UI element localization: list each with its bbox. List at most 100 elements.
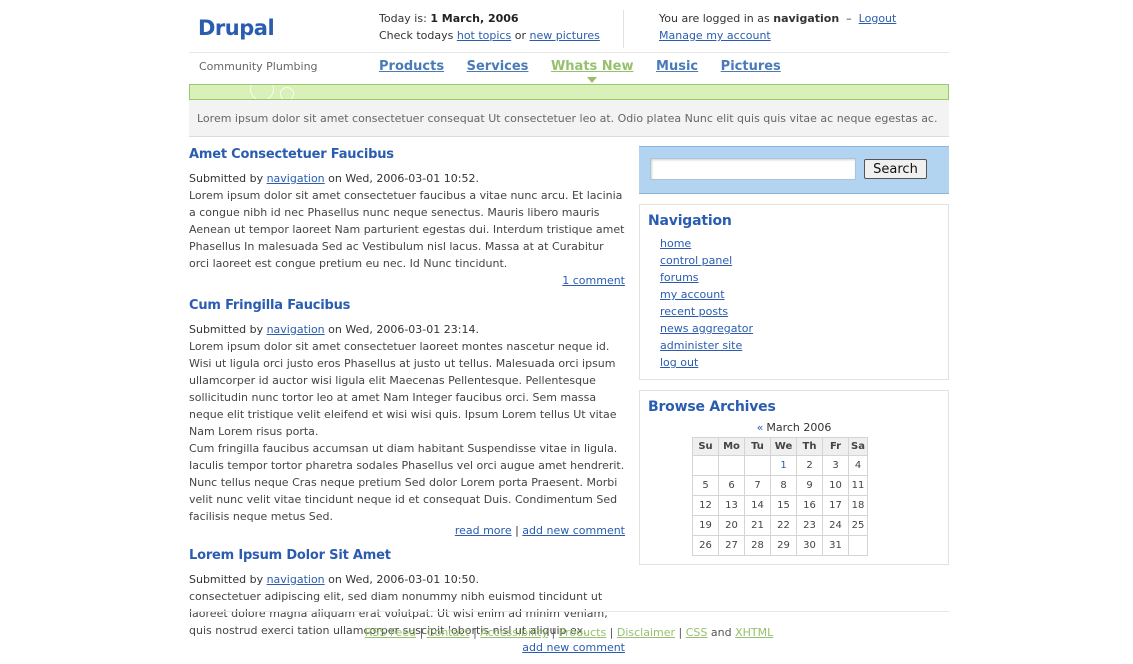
calendar-prev-link[interactable]: « — [757, 421, 764, 434]
post-body: Lorem ipsum dolor sit amet consectetuer … — [189, 340, 617, 438]
hot-topics-link[interactable]: hot topics — [457, 29, 511, 42]
today-label: Today is: — [379, 12, 427, 25]
footer-link-products[interactable]: Products — [559, 626, 607, 639]
calendar-day-cell: 22 — [770, 515, 797, 536]
weekday-label: Fr — [822, 437, 849, 456]
post-title[interactable]: Amet Consectetuer Faucibus — [189, 146, 625, 164]
post-author-link[interactable]: navigation — [267, 172, 325, 185]
footer-link-accessibility[interactable]: Accessibility — [480, 626, 548, 639]
calendar-day-cell: 5 — [692, 475, 719, 496]
post: Cum Fringilla Faucibus Submitted by navi… — [189, 297, 625, 537]
calendar-day-cell: 4 — [848, 455, 868, 476]
post-title[interactable]: Lorem Ipsum Dolor Sit Amet — [189, 547, 625, 565]
calendar-day-cell: 21 — [744, 515, 771, 536]
header-green-bar — [189, 84, 949, 100]
calendar-day-cell: 2 — [796, 455, 823, 476]
site-slogan: Community Plumbing — [199, 60, 318, 73]
add-new-comment-link[interactable]: add new comment — [522, 524, 625, 537]
or-text: or — [514, 29, 526, 42]
calendar-days: 1 2 3 4 5 6 7 8 9 10 11 12 13 14 15 16 17 18 19 20 21 22 23 24 2… — [692, 455, 868, 556]
post-meta: Submitted by navigation on Wed, 2006-03-… — [189, 321, 625, 338]
menu-item-recent-posts: recent posts — [660, 303, 940, 320]
nav-services[interactable]: Services — [467, 59, 529, 74]
post-title[interactable]: Cum Fringilla Faucibus — [189, 297, 625, 315]
calendar-day-cell: 31 — [822, 535, 849, 556]
add-new-comment-link[interactable]: add new comment — [522, 641, 625, 654]
post-title-link[interactable]: Amet Consectetuer Faucibus — [189, 147, 394, 162]
search-input[interactable] — [650, 158, 856, 180]
new-pictures-link[interactable]: new pictures — [529, 29, 599, 42]
menu-item-control-panel: control panel — [660, 252, 940, 269]
calendar-day-cell: 23 — [796, 515, 823, 536]
nav-products[interactable]: Products — [379, 59, 444, 74]
calendar-day-cell: 28 — [744, 535, 771, 556]
menu-link-home[interactable]: home — [660, 237, 691, 250]
menu-item-administer-site: administer site — [660, 337, 940, 354]
archives-block: Browse Archives «March 2006 Su Mo Tu We … — [639, 390, 949, 565]
calendar-day-cell: 25 — [848, 515, 868, 536]
date-info: Today is: 1 March, 2006 Check todays hot… — [379, 10, 600, 44]
main-content: Amet Consectetuer Faucibus Submitted by … — [189, 146, 625, 664]
calendar-day-cell: 27 — [718, 535, 745, 556]
footer-link-xhtml[interactable]: XHTML — [735, 626, 773, 639]
calendar-day-cell: 3 — [822, 455, 849, 476]
search-button[interactable]: Search — [864, 159, 927, 179]
menu-item-news-aggregator: news aggregator — [660, 320, 940, 337]
manage-account-link[interactable]: Manage my account — [659, 29, 771, 42]
calendar-empty-cell — [718, 455, 745, 476]
submitted-by-text: Submitted by — [189, 172, 264, 185]
post-title-link[interactable]: Cum Fringilla Faucibus — [189, 298, 350, 313]
read-more-link[interactable]: read more — [455, 524, 512, 537]
weekday-label: Sa — [848, 437, 868, 456]
footer-link-disclaimer[interactable]: Disclaimer — [617, 626, 675, 639]
check-text: Check todays — [379, 29, 454, 42]
footer-divider — [189, 611, 949, 612]
footer-link-contact[interactable]: Contact — [427, 626, 470, 639]
nav-whats-new[interactable]: Whats New — [551, 59, 634, 83]
calendar-day-cell: 9 — [796, 475, 823, 496]
post-date: on Wed, 2006-03-01 10:52. — [328, 172, 479, 185]
menu-item-log-out: log out — [660, 354, 940, 371]
logged-in-text: You are logged in as — [659, 12, 770, 25]
menu-link-administer-site[interactable]: administer site — [660, 339, 742, 352]
weekday-label: Su — [692, 437, 719, 456]
post-author-link[interactable]: navigation — [267, 573, 325, 586]
nav-pictures[interactable]: Pictures — [721, 59, 781, 74]
post-title-link[interactable]: Lorem Ipsum Dolor Sit Amet — [189, 548, 391, 563]
weekday-label: Tu — [744, 437, 771, 456]
footer-link-css[interactable]: CSS — [686, 626, 708, 639]
calendar-week-row: 1234 — [692, 455, 868, 476]
menu-item-my-account: my account — [660, 286, 940, 303]
calendar-weekday-row: Su Mo Tu We Th Fr Sa — [692, 437, 868, 456]
decorative-circle — [250, 85, 274, 99]
post-author-link[interactable]: navigation — [267, 323, 325, 336]
footer-link-rss[interactable]: RSS Feed — [365, 626, 416, 639]
calendar-day-cell: 15 — [770, 495, 797, 516]
menu-link-forums[interactable]: forums — [660, 271, 699, 284]
site-name[interactable]: Drupal — [198, 16, 275, 40]
comments-link[interactable]: 1 comment — [562, 274, 625, 287]
calendar-day-cell: 1 — [770, 455, 797, 476]
username: navigation — [773, 12, 840, 25]
footer-and-text: and — [710, 626, 732, 639]
calendar-day-cell: 6 — [718, 475, 745, 496]
calendar-week-row: 5 6 7 8 9 10 11 — [692, 475, 868, 496]
nav-music[interactable]: Music — [656, 59, 698, 74]
menu-link-control-panel[interactable]: control panel — [660, 254, 732, 267]
menu-link-recent-posts[interactable]: recent posts — [660, 305, 728, 318]
calendar-day-cell: 13 — [718, 495, 745, 516]
menu-item-home: home — [660, 235, 940, 252]
submitted-by-text: Submitted by — [189, 323, 264, 336]
menu-link-my-account[interactable]: my account — [660, 288, 725, 301]
menu-link-log-out[interactable]: log out — [660, 356, 698, 369]
logout-link[interactable]: Logout — [859, 12, 897, 25]
archives-block-title: Browse Archives — [648, 399, 776, 415]
header-vertical-divider — [623, 10, 624, 48]
calendar-day-cell: 11 — [848, 475, 868, 496]
post-meta: Submitted by navigation on Wed, 2006-03-… — [189, 571, 625, 588]
menu-link-news-aggregator[interactable]: news aggregator — [660, 322, 753, 335]
today-date: 1 March, 2006 — [430, 12, 519, 25]
search-box: Search — [639, 146, 949, 194]
calendar-day-link[interactable]: 1 — [780, 460, 786, 471]
calendar-week-row: 19 20 21 22 23 24 25 — [692, 515, 868, 536]
